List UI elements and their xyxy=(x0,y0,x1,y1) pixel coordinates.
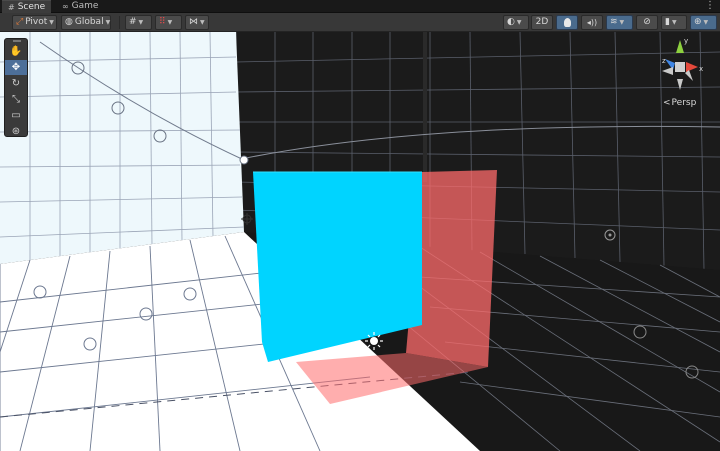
neg-x-cone xyxy=(662,67,673,75)
hash-icon: # xyxy=(8,2,15,12)
chevron-down-icon: ▼ xyxy=(49,19,54,26)
increment-snap-button[interactable]: ⋈ ▼ xyxy=(185,15,209,30)
grid-visibility-button[interactable]: # ▼ xyxy=(125,15,152,30)
chevron-down-icon: ▼ xyxy=(671,19,677,26)
chevron-down-icon: ▼ xyxy=(200,19,205,26)
transform-tools-palette: ✋ ✥ ↻ ⤡ ▭ ⊛ xyxy=(4,38,28,137)
scene-audio-button[interactable]: ◂)) xyxy=(581,15,603,30)
lightbulb-icon xyxy=(563,18,571,27)
x-axis-cone xyxy=(686,62,698,72)
scene-viewport[interactable] xyxy=(0,32,720,451)
scale-tool-button[interactable]: ⤡ xyxy=(5,92,27,107)
scene-render xyxy=(0,32,720,451)
pivot-label: Pivot xyxy=(25,17,48,27)
global-icon: ◍ xyxy=(65,17,73,27)
palette-grip[interactable] xyxy=(13,40,21,42)
pivot-toggle-button[interactable]: ⤢ Pivot ▼ xyxy=(12,15,57,30)
move-icon: ✥ xyxy=(11,62,21,73)
perspective-icon: < xyxy=(663,98,671,108)
window-tab-bar: # Scene ∞ Game ⋮ xyxy=(0,0,720,13)
axis-y-label: y xyxy=(684,37,689,45)
grid-snapping-button[interactable]: ⠿ ▼ xyxy=(155,15,182,30)
hand-tool-button[interactable]: ✋ xyxy=(5,44,27,59)
axis-z-label: z xyxy=(662,57,666,65)
hidden-objects-icon: ⊘ xyxy=(643,17,651,27)
effects-icon: ≋ xyxy=(610,17,618,27)
chevron-down-icon: ▼ xyxy=(516,19,522,26)
scene-orientation-gizmo[interactable]: y z x < Persp xyxy=(653,37,708,119)
snap-icon: ⠿ xyxy=(159,17,166,27)
grid-icon: # xyxy=(129,17,137,27)
chevron-down-icon: ▼ xyxy=(703,19,709,26)
scene-effects-button[interactable]: ≋ ▼ xyxy=(606,15,633,30)
scene-lighting-button[interactable] xyxy=(556,15,578,30)
toolbar-divider xyxy=(119,16,120,29)
projection-toggle[interactable]: < Persp xyxy=(663,98,696,108)
wall-marker xyxy=(239,155,249,165)
scene-toolbar: ⤢ Pivot ▼ ◍ Global ▼ # ▼ ⠿ ▼ ⋈ ▼ ◐ ▼ 2D … xyxy=(0,13,720,32)
pivot-icon: ⤢ xyxy=(16,17,24,27)
scene-visibility-button[interactable]: ⊘ xyxy=(636,15,658,30)
perspective-label: Persp xyxy=(671,98,697,108)
rotate-icon: ↻ xyxy=(11,78,21,89)
scale-icon: ⤡ xyxy=(12,94,20,105)
transform-icon: ⊛ xyxy=(11,126,21,137)
gamepad-icon: ∞ xyxy=(62,2,69,11)
draw-mode-button[interactable]: ◐ ▼ xyxy=(503,15,529,30)
left-light-wall xyxy=(0,32,244,264)
rect-tool-button[interactable]: ▭ xyxy=(5,108,27,123)
neg-y-cone xyxy=(677,79,683,90)
gizmos-button[interactable]: ⊕ ▼ xyxy=(690,15,717,30)
y-axis-cone xyxy=(676,40,684,53)
rotate-tool-button[interactable]: ↻ xyxy=(5,76,27,91)
mode-2d-button[interactable]: 2D xyxy=(531,15,553,30)
gizmos-icon: ⊕ xyxy=(694,17,702,27)
tab-game[interactable]: ∞ Game xyxy=(56,0,104,13)
tab-scene[interactable]: # Scene xyxy=(2,0,52,13)
global-toggle-button[interactable]: ◍ Global ▼ xyxy=(61,15,111,30)
global-label: Global xyxy=(74,17,104,27)
camera-settings-button[interactable]: ▮ ▼ xyxy=(661,15,687,30)
chevron-down-icon: ▼ xyxy=(105,19,111,26)
axis-x-label: x xyxy=(699,65,704,73)
tab-more-menu-icon[interactable]: ⋮ xyxy=(705,0,715,13)
chevron-down-icon: ▼ xyxy=(167,19,173,26)
tab-game-label: Game xyxy=(71,1,99,11)
move-tool-button[interactable]: ✥ xyxy=(5,60,27,75)
gizmo-center-cube xyxy=(675,62,685,72)
tab-scene-label: Scene xyxy=(17,1,46,12)
camera-icon: ▮ xyxy=(665,17,670,27)
transform-tool-button[interactable]: ⊛ xyxy=(5,124,27,139)
hand-icon: ✋ xyxy=(9,46,23,57)
shading-mode-icon: ◐ xyxy=(507,17,515,27)
audio-icon: ◂)) xyxy=(586,18,598,27)
mode-2d-label: 2D xyxy=(535,17,549,27)
increment-icon: ⋈ xyxy=(189,17,198,27)
chevron-down-icon: ▼ xyxy=(619,19,625,26)
rect-icon: ▭ xyxy=(11,110,21,121)
chevron-down-icon: ▼ xyxy=(138,19,144,26)
